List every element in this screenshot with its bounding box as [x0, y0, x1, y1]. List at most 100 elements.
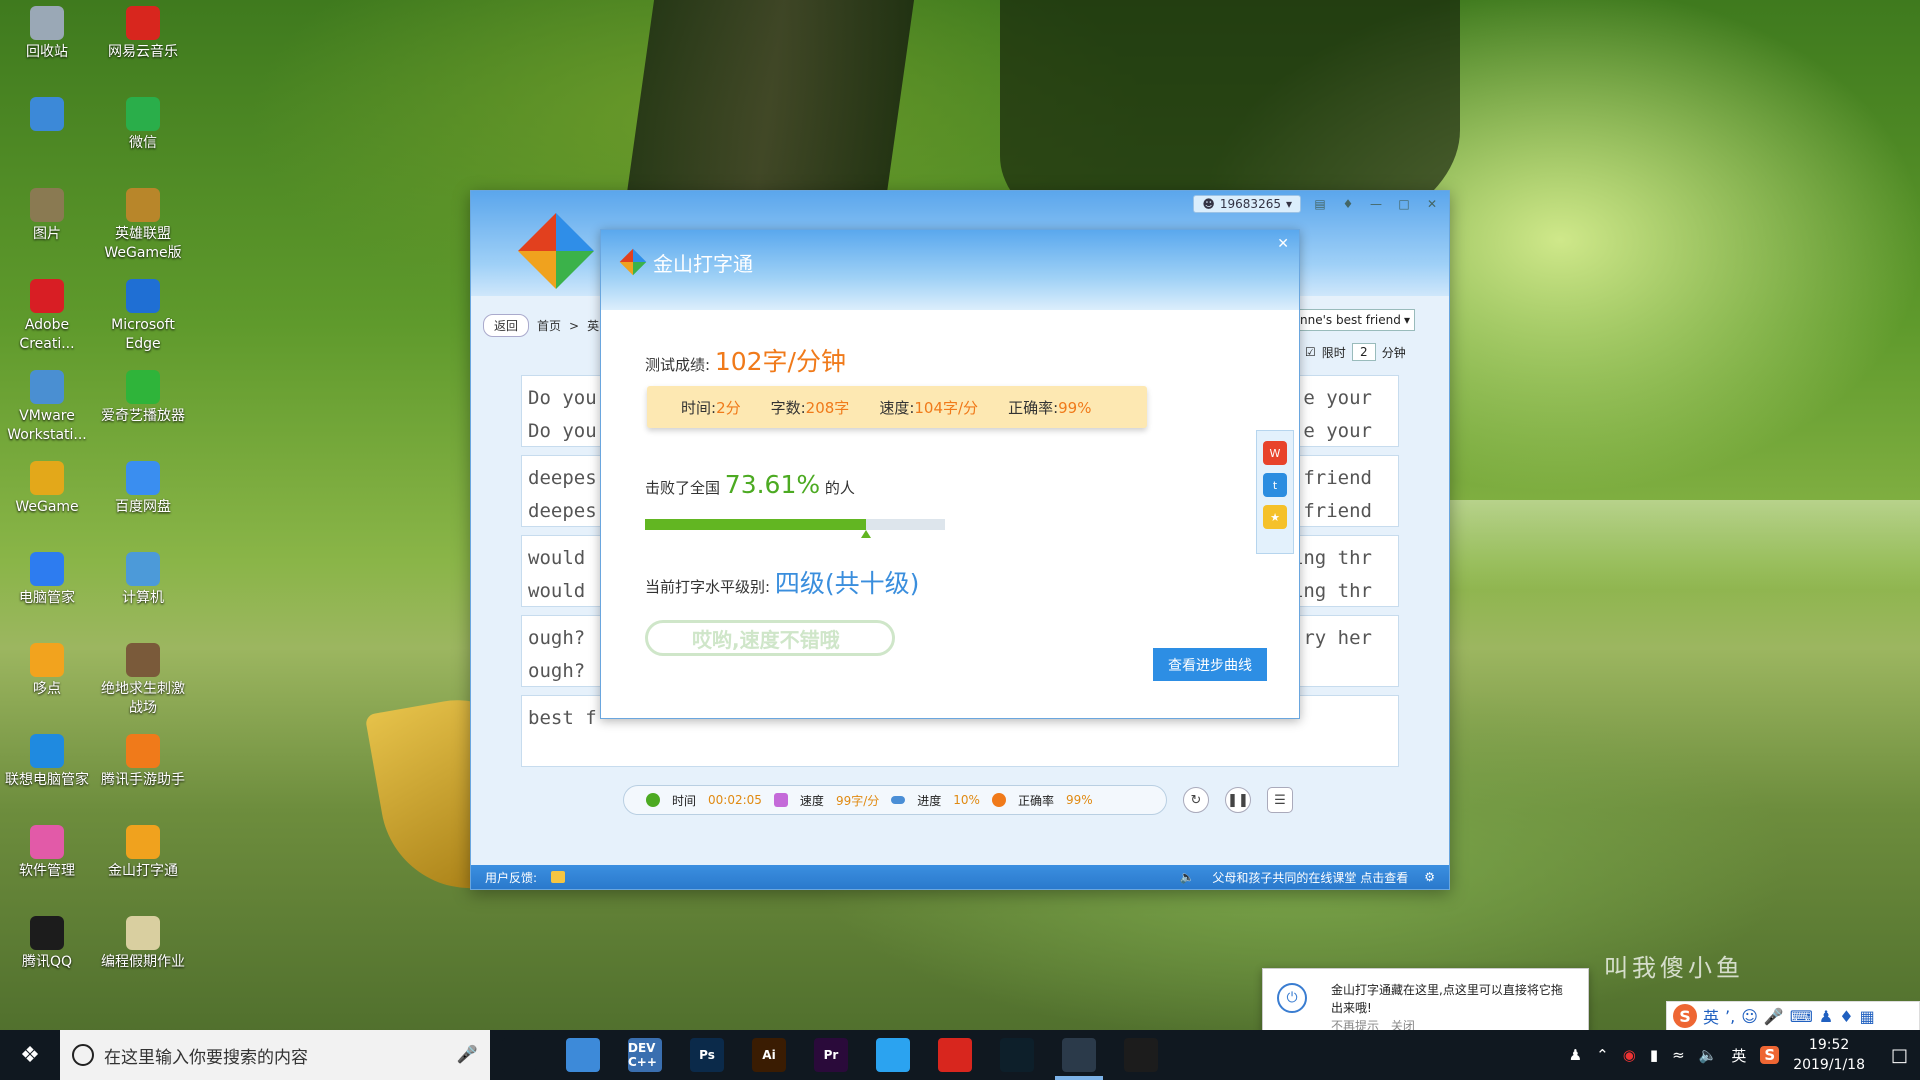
article-select[interactable]: nne's best friend ▾ [1295, 309, 1415, 331]
user-account-box[interactable]: ☻ 19683265 ▾ [1193, 195, 1301, 213]
desktop-icon[interactable]: 金山打字通 [98, 825, 188, 881]
taskbar-search[interactable]: 在这里输入你要搜索的内容 🎤 [60, 1030, 490, 1080]
toolbox-icon[interactable]: ▦ [1860, 1007, 1875, 1026]
user-center-icon[interactable]: ♟ [1819, 1007, 1833, 1026]
desktop-icon[interactable]: 联想电脑管家 [2, 734, 92, 790]
desktop-icon[interactable]: 哆点 [2, 643, 92, 699]
typing-icon[interactable] [1062, 1038, 1096, 1072]
maximize-button[interactable]: □ [1395, 195, 1413, 213]
desktop-icon[interactable] [2, 97, 92, 134]
volume-icon[interactable]: 🔈 [1699, 1046, 1718, 1064]
dialog-close-button[interactable]: ✕ [1277, 236, 1289, 252]
qq-browser-icon[interactable] [876, 1038, 910, 1072]
typed-text-right: friend [1303, 500, 1372, 522]
desktop-icon[interactable]: VMware Workstati... [2, 370, 92, 445]
article-select-value: nne's best friend [1300, 313, 1401, 327]
weibo-icon[interactable]: W [1263, 441, 1287, 465]
recycle-bin-icon [30, 6, 64, 40]
desktop-icon[interactable]: Microsoft Edge [98, 279, 188, 354]
tray-app-icon[interactable]: ◉ [1623, 1046, 1636, 1064]
footer-ad-link[interactable]: 父母和孩子共同的在线课堂 点击查看 [1212, 869, 1408, 886]
clock[interactable]: 19:52 2019/1/18 [1793, 1035, 1865, 1075]
tencent-weibo-icon[interactable]: t [1263, 473, 1287, 497]
gem-icon [773, 793, 788, 807]
photoshop-icon[interactable]: Ps [690, 1038, 724, 1072]
desktop-icon[interactable]: 计算机 [98, 552, 188, 608]
speaker-icon[interactable]: 🔈 [1179, 870, 1194, 884]
skin-icon[interactable]: ♦ [1839, 1007, 1853, 1026]
desktop-icon[interactable]: 网易云音乐 [98, 6, 188, 62]
sogou-icon[interactable]: S [1673, 1004, 1697, 1028]
qzone-star-icon[interactable]: ★ [1263, 505, 1287, 529]
people-icon[interactable]: ♟ [1569, 1046, 1582, 1064]
pause-button[interactable]: ❚❚ [1225, 787, 1251, 813]
notes-button[interactable]: ☰ [1267, 787, 1293, 813]
gear-icon[interactable]: ⚙ [1424, 870, 1435, 884]
back-button[interactable]: 返回 [483, 314, 530, 337]
punctuation-icon[interactable]: ’, [1725, 1007, 1735, 1026]
typing-status-bar: 时间 00:02:05 速度 99字/分 进度 10% 正确率 99% [623, 785, 1167, 815]
system-tray: ♟ ⌃ ◉ ▮ ≈ 🔈 英 S 19:52 2019/1/18 □ [1569, 1030, 1920, 1080]
battery-icon[interactable]: ▮ [1650, 1046, 1658, 1064]
task-view-icon[interactable] [502, 1038, 536, 1072]
keyboard-icon[interactable]: ⌨ [1790, 1007, 1813, 1026]
desktop-icon[interactable]: 爱奇艺播放器 [98, 370, 188, 426]
desktop-icon[interactable]: 回收站 [2, 6, 92, 62]
desktop-icon-label: 金山打字通 [108, 863, 178, 879]
netease-music-icon[interactable] [938, 1038, 972, 1072]
desktop-icon[interactable]: 图片 [2, 188, 92, 244]
desktop-icon[interactable]: 绝地求生刺激战场 [98, 643, 188, 718]
typed-text-right: e your [1303, 420, 1372, 442]
adobe-cc-icon [30, 279, 64, 313]
desktop-icon-label: 微信 [129, 135, 157, 151]
desktop-icon[interactable]: WeGame [2, 461, 92, 517]
document-icon[interactable]: ▤ [1311, 195, 1329, 213]
windows-start-icon[interactable]: ❖ [0, 1030, 60, 1080]
cortana-icon[interactable] [72, 1044, 94, 1066]
source-text-right: ry her [1303, 627, 1372, 649]
microphone-icon[interactable]: 🎤 [1764, 1007, 1784, 1026]
picasa-icon[interactable] [1124, 1038, 1158, 1072]
action-center-icon[interactable]: □ [1891, 1045, 1908, 1066]
score-detail-box: 时间:2分 字数:208字 速度:104字/分 正确率:99% [647, 386, 1147, 428]
ime-lang-toggle[interactable]: 英 [1703, 1004, 1719, 1028]
breadcrumb-separator: > [569, 318, 580, 333]
breadcrumb-home[interactable]: 首页 [537, 317, 561, 334]
desktop-icon[interactable]: Adobe Creati... [2, 279, 92, 354]
emoji-icon[interactable]: ☺ [1741, 1007, 1758, 1026]
chevron-up-icon[interactable]: ⌃ [1596, 1046, 1609, 1064]
ime-toolbar: S 英 ’, ☺ 🎤 ⌨ ♟ ♦ ▦ [1666, 1001, 1920, 1031]
chat-icon[interactable] [551, 871, 566, 883]
tencent-mobile-icon [126, 734, 160, 768]
tray-language[interactable]: 英 [1731, 1045, 1746, 1066]
desktop-icon[interactable]: 百度网盘 [98, 461, 188, 517]
premiere-icon[interactable]: Pr [814, 1038, 848, 1072]
sogou-icon[interactable]: S [1760, 1046, 1780, 1064]
desktop-icon[interactable]: 编程假期作业 [98, 916, 188, 972]
desktop-icon[interactable]: 微信 [98, 97, 188, 153]
desktop-icon[interactable]: 腾讯手游助手 [98, 734, 188, 790]
wifi-icon[interactable]: ≈ [1672, 1046, 1685, 1064]
status-progress-label: 进度 [917, 793, 942, 808]
view-progress-button[interactable]: 查看进步曲线 [1153, 648, 1267, 681]
line-right-part: e your e your [1303, 382, 1372, 448]
source-text-right: ing thr [1291, 547, 1372, 569]
skin-icon[interactable]: ♦ [1339, 195, 1357, 213]
minimize-button[interactable]: — [1367, 195, 1385, 213]
tray-notification[interactable]: ⏻ 金山打字通藏在这里,点这里可以直接将它拖出来哦! 不再提示 关闭 [1262, 968, 1589, 1034]
restart-button[interactable]: ↻ [1183, 787, 1209, 813]
typed-text-right: ing thr [1291, 580, 1372, 602]
detail-accuracy-value: 99% [1058, 398, 1092, 417]
close-button[interactable]: ✕ [1423, 195, 1441, 213]
illustrator-icon[interactable]: Ai [752, 1038, 786, 1072]
devcpp-icon[interactable]: DEV C++ [628, 1038, 662, 1072]
desktop-icon[interactable]: 电脑管家 [2, 552, 92, 608]
time-limit-input[interactable]: 2 [1351, 343, 1376, 361]
desktop-icon[interactable]: 腾讯QQ [2, 916, 92, 972]
lol-icon[interactable] [1000, 1038, 1034, 1072]
computer-icon[interactable] [566, 1038, 600, 1072]
desktop-icon[interactable]: 英雄联盟WeGame版 [98, 188, 188, 263]
time-limit-checkbox[interactable]: ☑ [1305, 345, 1316, 359]
desktop-icon[interactable]: 软件管理 [2, 825, 92, 881]
microphone-icon[interactable]: 🎤 [457, 1045, 478, 1065]
